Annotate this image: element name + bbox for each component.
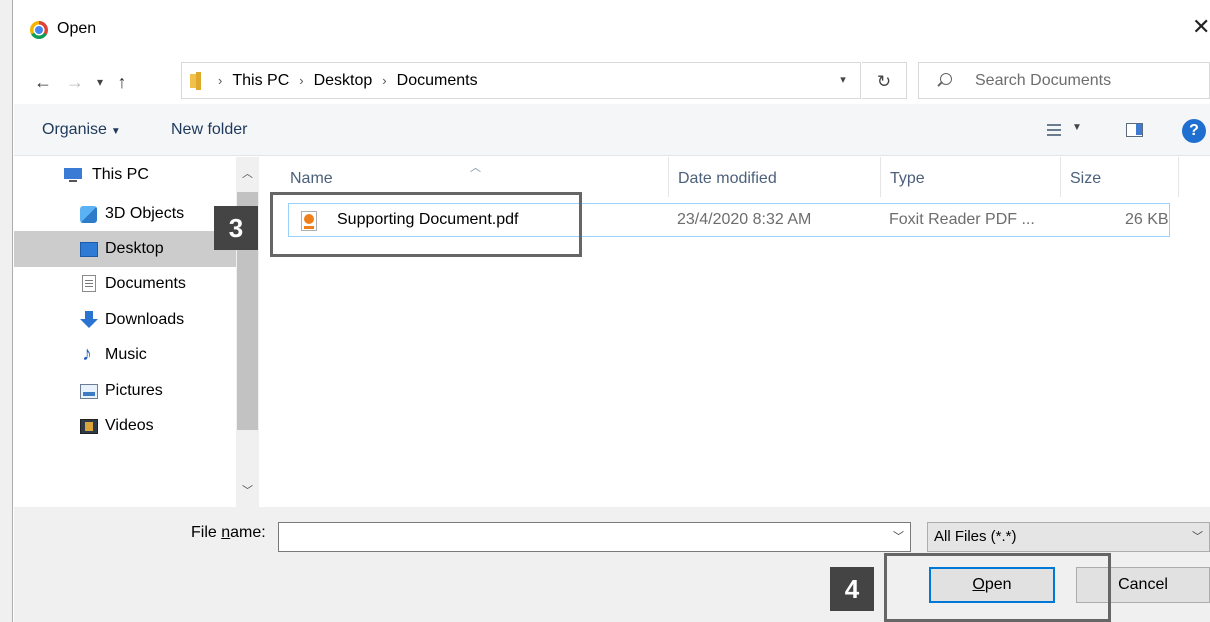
address-dropdown-icon[interactable]: ▾	[834, 63, 852, 98]
desktop-icon	[80, 242, 98, 257]
refresh-icon[interactable]: ↻	[862, 62, 907, 99]
sidebar-item-music[interactable]: ♪ Music	[14, 337, 236, 373]
file-name-dropdown-icon[interactable]: ﹀	[893, 523, 904, 551]
chrome-icon	[30, 21, 48, 39]
sidebar-item-label: This PC	[92, 166, 149, 183]
breadcrumb-desktop[interactable]: Desktop	[314, 63, 373, 98]
view-options-caret-icon[interactable]: ▼	[1072, 122, 1082, 133]
preview-pane-icon[interactable]	[1126, 123, 1143, 137]
3d-objects-icon	[80, 206, 97, 223]
breadcrumb-separator-icon[interactable]: ›	[299, 63, 303, 98]
sidebar-item-downloads[interactable]: Downloads	[14, 302, 236, 338]
computer-icon	[64, 168, 82, 183]
file-name-label: File name:	[191, 524, 266, 542]
back-arrow-icon[interactable]: ←	[32, 68, 54, 96]
sidebar-item-desktop[interactable]: Desktop	[14, 231, 236, 267]
breadcrumb: › This PC › Desktop › Documents	[218, 63, 478, 98]
sidebar-item-label: Documents	[105, 275, 186, 292]
close-icon[interactable]: ✕	[1192, 14, 1210, 40]
sidebar-item-documents[interactable]: Documents	[14, 266, 236, 302]
scroll-up-icon[interactable]: ︿	[236, 165, 259, 181]
file-name-label-mnemonic: n	[221, 524, 231, 541]
command-toolbar: Organise ▼ New folder ▼ ?	[14, 104, 1210, 156]
search-icon	[935, 72, 953, 90]
column-divider[interactable]	[880, 157, 881, 197]
filter-dropdown-icon[interactable]: ﹀	[1192, 523, 1203, 551]
file-name-label-suffix: ame:	[230, 524, 266, 541]
navigation-bar: ← → ▾ ↑ › This PC › Desktop › Documents …	[14, 60, 1210, 104]
up-arrow-icon[interactable]: ↑	[111, 68, 133, 96]
help-icon[interactable]: ?	[1182, 119, 1206, 143]
sidebar-item-label: 3D Objects	[105, 205, 185, 222]
column-header-type[interactable]: Type	[890, 157, 925, 201]
change-view-icon[interactable]	[1047, 123, 1061, 137]
breadcrumb-documents[interactable]: Documents	[397, 63, 478, 98]
organise-label: Organise	[42, 121, 107, 138]
search-placeholder: Search Documents	[975, 72, 1112, 89]
file-date-modified: 23/4/2020 8:32 AM	[677, 211, 812, 228]
downloads-icon	[80, 311, 98, 329]
open-file-dialog: Open ✕ ← → ▾ ↑ › This PC › Desktop › Doc…	[14, 0, 1210, 622]
sidebar-item-pictures[interactable]: Pictures	[14, 373, 236, 409]
documents-icon	[82, 275, 96, 292]
breadcrumb-separator-icon[interactable]: ›	[218, 63, 222, 98]
organise-button[interactable]: Organise ▼	[42, 104, 121, 158]
organise-caret-icon: ▼	[110, 126, 121, 137]
scroll-down-icon[interactable]: ﹀	[236, 482, 259, 498]
step-3-callout-frame	[270, 192, 582, 257]
column-header-size[interactable]: Size	[1070, 157, 1101, 201]
folder-icon	[190, 71, 210, 91]
sidebar-item-label: Music	[105, 346, 147, 363]
file-name-label-prefix: File	[191, 524, 222, 541]
pictures-icon	[80, 384, 98, 399]
forward-arrow-icon[interactable]: →	[64, 68, 86, 96]
search-input[interactable]: Search Documents	[918, 62, 1210, 99]
title-bar: Open ✕	[14, 0, 1210, 60]
new-folder-button[interactable]: New folder	[171, 104, 247, 156]
sidebar-item-3d-objects[interactable]: 3D Objects	[14, 196, 236, 232]
videos-icon	[80, 419, 98, 434]
sidebar-item-this-pc[interactable]: This PC	[14, 157, 236, 193]
sidebar-item-label: Downloads	[105, 311, 185, 328]
file-type-filter-value: All Files (*.*)	[934, 528, 1017, 545]
sort-ascending-icon: ︿	[470, 162, 481, 174]
column-header-date-modified[interactable]: Date modified	[678, 157, 777, 201]
file-type: Foxit Reader PDF ...	[889, 211, 1035, 228]
file-size: 26 KB	[1125, 211, 1169, 228]
step-4-callout-frame	[884, 553, 1111, 622]
column-divider[interactable]	[668, 157, 669, 197]
sidebar-item-label: Pictures	[105, 382, 163, 399]
step-4-badge: 4	[830, 567, 874, 611]
column-divider[interactable]	[1178, 157, 1179, 197]
breadcrumb-this-pc[interactable]: This PC	[232, 63, 289, 98]
breadcrumb-separator-icon[interactable]: ›	[382, 63, 386, 98]
address-bar[interactable]: › This PC › Desktop › Documents ▾	[181, 62, 861, 99]
window-title: Open	[57, 20, 97, 37]
sidebar-item-label: Videos	[105, 417, 154, 434]
file-name-input[interactable]: ﹀	[278, 522, 911, 552]
sidebar-item-videos[interactable]: Videos	[14, 408, 236, 444]
column-divider[interactable]	[1060, 157, 1061, 197]
recent-locations-chevron-icon[interactable]: ▾	[92, 68, 108, 96]
background-window-edge	[0, 0, 13, 622]
music-icon: ♪	[82, 343, 92, 365]
file-type-filter-select[interactable]: All Files (*.*) ﹀	[927, 522, 1210, 552]
sidebar-item-label: Desktop	[105, 240, 164, 257]
step-3-badge: 3	[214, 206, 258, 250]
